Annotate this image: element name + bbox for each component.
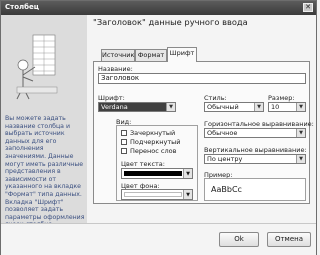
dialog-window: Столбец ✕ Вы можете задать название стол…	[0, 0, 317, 255]
cancel-button[interactable]: Отмена	[267, 232, 311, 247]
text-color-label: Цвет текста:	[121, 160, 165, 168]
tab-source[interactable]: Источник	[101, 49, 135, 61]
text-color-picker[interactable]: ▼	[121, 168, 193, 179]
text-color-swatch	[124, 171, 182, 176]
tab-format[interactable]: Формат	[135, 49, 167, 61]
name-label: Название:	[98, 65, 133, 73]
chevron-down-icon: ▼	[254, 103, 263, 111]
chevron-down-icon: ▼	[296, 103, 305, 111]
font-tab-panel: Название: Заголовок Шрифт: Verdana ▼ Сти…	[93, 61, 314, 204]
size-label: Размер:	[268, 94, 295, 102]
bg-color-swatch	[124, 192, 182, 197]
halign-select[interactable]: Обычное ▼	[204, 128, 306, 138]
valign-select-value: По центру	[207, 155, 243, 163]
help-text: Вы можете задать название столбца и выбр…	[5, 115, 85, 228]
style-select-value: Обычный	[207, 103, 239, 111]
size-select-value: 10	[271, 103, 280, 111]
font-label: Шрифт:	[98, 94, 125, 102]
checkbox-box[interactable]	[121, 130, 127, 136]
style-select[interactable]: Обычный ▼	[204, 102, 264, 112]
font-select[interactable]: Verdana ▼	[98, 102, 176, 112]
size-select[interactable]: 10 ▼	[268, 102, 306, 112]
chevron-down-icon: ▼	[296, 129, 305, 137]
ok-button[interactable]: Ok	[219, 232, 259, 247]
underline-label: Подчеркнутый	[130, 138, 181, 146]
person-with-table-illustration	[16, 34, 58, 100]
checkbox-box[interactable]	[121, 139, 127, 145]
strikethrough-label: Зачеркнутый	[130, 129, 176, 137]
chevron-down-icon: ▼	[166, 103, 175, 111]
tab-font[interactable]: Шрифт	[167, 47, 197, 62]
halign-select-value: Обычное	[207, 129, 238, 137]
view-group: Зачеркнутый Подчеркнутый Перенос слов Цв…	[116, 125, 198, 201]
help-sidebar: Вы можете задать название столбца и выбр…	[1, 15, 87, 228]
halign-label: Горизонтальное выравнивание:	[204, 120, 314, 128]
page-title: "Заголовок" данные ручного ввода	[93, 17, 248, 27]
chevron-down-icon: ▼	[183, 190, 192, 199]
close-button[interactable]: ✕	[303, 3, 313, 12]
valign-select[interactable]: По центру ▼	[204, 154, 306, 164]
preview-box: AaBbCc	[204, 178, 306, 201]
checkbox-box[interactable]	[121, 148, 127, 154]
word-wrap-checkbox[interactable]: Перенос слов	[121, 147, 176, 155]
dialog-footer: Ok Отмена	[1, 223, 316, 255]
font-select-value: Verdana	[101, 103, 128, 111]
style-label: Стиль:	[204, 94, 227, 102]
title-bar[interactable]: Столбец ✕	[1, 1, 316, 15]
name-input[interactable]: Заголовок	[98, 73, 306, 84]
chevron-down-icon: ▼	[183, 169, 192, 178]
underline-checkbox[interactable]: Подчеркнутый	[121, 138, 181, 146]
close-icon: ✕	[305, 3, 311, 11]
valign-label: Вертикальное выравнивание:	[204, 146, 307, 154]
word-wrap-label: Перенос слов	[130, 147, 177, 155]
window-title: Столбец	[5, 3, 39, 11]
bg-color-picker[interactable]: ▼	[121, 189, 193, 200]
chevron-down-icon: ▼	[296, 155, 305, 163]
strikethrough-checkbox[interactable]: Зачеркнутый	[121, 129, 175, 137]
